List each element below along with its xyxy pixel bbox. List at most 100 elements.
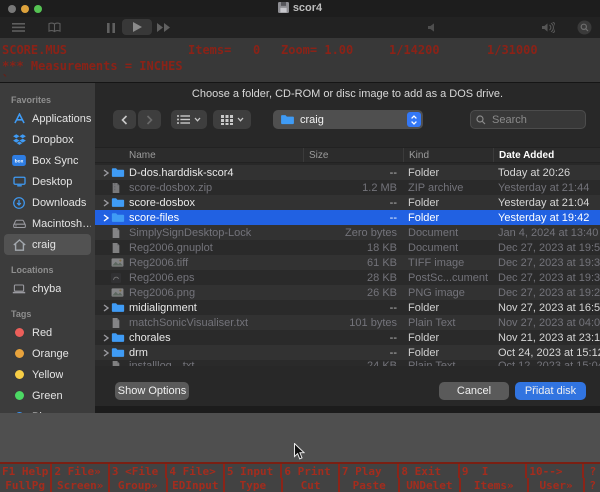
- sidebar-item-label: Box Sync: [32, 155, 78, 167]
- tag-dot-icon: [11, 326, 27, 339]
- fnkey-2-2[interactable]: Screen»: [52, 478, 110, 492]
- fnkey-2-6[interactable]: Cut: [283, 478, 341, 492]
- laptop-icon: [11, 282, 27, 295]
- file-kind: Folder: [403, 332, 493, 344]
- sidebar-item-label: Dropbox: [32, 134, 74, 146]
- file-row: Reg2006.eps28 KBPostSc...cumentDec 27, 2…: [95, 270, 600, 285]
- disclosure-chevron-icon[interactable]: [95, 334, 111, 342]
- fnkey-2-8[interactable]: UNDelet: [400, 478, 461, 492]
- confirm-add-disk-button[interactable]: Přidat disk: [515, 382, 586, 400]
- volume-low-icon[interactable]: [427, 19, 437, 36]
- sidebar-item-desktop[interactable]: Desktop: [4, 171, 91, 192]
- fnkey-1-1[interactable]: F1 Help: [0, 464, 52, 478]
- fnkey-2-4[interactable]: EDInput: [168, 478, 226, 492]
- path-selector[interactable]: craig: [273, 110, 423, 129]
- fnkey-2-11[interactable]: ?: [585, 478, 600, 492]
- fnkey-2-10[interactable]: User»: [529, 478, 586, 492]
- home-icon: [11, 238, 27, 251]
- sidebar-item-yellow[interactable]: Yellow: [4, 364, 91, 385]
- disclosure-chevron-icon[interactable]: [95, 199, 111, 207]
- fast-forward-icon[interactable]: [156, 19, 172, 36]
- sidebar-item-macintosh-[interactable]: Macintosh…: [4, 213, 91, 234]
- sidebar-item-craig[interactable]: craig: [4, 234, 91, 255]
- chevron-down-icon: [194, 117, 201, 122]
- fnkey-1-8[interactable]: 8 Exit: [399, 464, 460, 478]
- file-row[interactable]: chorales--FolderNov 21, 2023 at 23:15: [95, 330, 600, 345]
- list-view-button[interactable]: [171, 110, 207, 129]
- fnkey-1-3[interactable]: 3 <File: [110, 464, 167, 478]
- doc-icon: [111, 360, 129, 366]
- fnkey-1-7[interactable]: 7 Play: [340, 464, 400, 478]
- play-icon: [133, 22, 142, 32]
- pause-icon[interactable]: [105, 19, 117, 36]
- sidebar-item-label: Applications: [32, 113, 91, 125]
- file-row[interactable]: score-files--FolderYesterday at 19:42: [95, 210, 600, 225]
- sidebar-item-dropbox[interactable]: Dropbox: [4, 129, 91, 150]
- search-field[interactable]: [470, 110, 586, 129]
- file-kind: TIFF image: [403, 257, 493, 269]
- cancel-button[interactable]: Cancel: [439, 382, 509, 400]
- file-kind: Document: [403, 227, 493, 239]
- search-input[interactable]: [490, 113, 574, 127]
- file-row[interactable]: D-dos.harddisk-scor4--FolderToday at 20:…: [95, 165, 600, 180]
- menu-icon[interactable]: [11, 19, 25, 36]
- eps-icon: [111, 273, 129, 283]
- volume-high-icon[interactable]: [541, 19, 555, 36]
- zip-icon: [111, 182, 129, 194]
- fnkey-2-1[interactable]: FullPg: [0, 478, 52, 492]
- sidebar-item-red[interactable]: Red: [4, 322, 91, 343]
- harddrive-icon: [11, 217, 27, 230]
- fnkey-1-9[interactable]: 9 I: [460, 464, 528, 478]
- file-name: matchSonicVisualiser.txt: [129, 317, 303, 329]
- sidebar-item-green[interactable]: Green: [4, 385, 91, 406]
- fnkey-2-9[interactable]: Items»: [461, 478, 529, 492]
- fnkey-1-11[interactable]: ?: [584, 464, 600, 478]
- disclosure-chevron-icon[interactable]: [95, 304, 111, 312]
- tag-dot-icon: [11, 347, 27, 360]
- sidebar-item-label: Downloads: [32, 197, 86, 209]
- forward-button[interactable]: [138, 110, 161, 129]
- image-icon: [111, 288, 129, 297]
- fnkey-2-7[interactable]: Paste: [340, 478, 400, 492]
- sidebar-item-orange[interactable]: Orange: [4, 343, 91, 364]
- fnkey-1-10[interactable]: 10-->: [527, 464, 583, 478]
- group-view-button[interactable]: [213, 110, 251, 129]
- column-header-size[interactable]: Size: [303, 148, 403, 162]
- book-icon[interactable]: [46, 19, 62, 36]
- file-row[interactable]: score-dosbox--FolderYesterday at 21:04: [95, 195, 600, 210]
- sidebar-item-box-sync[interactable]: boxBox Sync: [4, 150, 91, 171]
- file-date: Dec 27, 2023 at 19:25: [493, 287, 600, 299]
- fnkey-1-5[interactable]: 5 Input: [225, 464, 282, 478]
- fnkey-1-2[interactable]: 2 File»: [52, 464, 109, 478]
- dos-fraction-b: 1/31000: [487, 43, 538, 57]
- disclosure-chevron-icon[interactable]: [95, 214, 111, 222]
- file-kind: Folder: [403, 347, 493, 359]
- file-row[interactable]: drm--FolderOct 24, 2023 at 15:12: [95, 345, 600, 360]
- file-row: matchSonicVisualiser.txt101 bytesPlain T…: [95, 315, 600, 330]
- search-circle-icon[interactable]: [576, 19, 592, 36]
- column-header-kind[interactable]: Kind: [403, 148, 493, 162]
- file-date: Yesterday at 19:42: [493, 212, 600, 224]
- fnkey-1-6[interactable]: 6 Print: [282, 464, 339, 478]
- back-button[interactable]: [113, 110, 136, 129]
- play-button[interactable]: [122, 19, 152, 35]
- sidebar-item-label: Macintosh…: [32, 218, 91, 230]
- file-row[interactable]: midialignment--FolderNov 27, 2023 at 16:…: [95, 300, 600, 315]
- file-kind: PostSc...cument: [403, 272, 493, 284]
- file-list: D-dos.harddisk-scor4--FolderToday at 20:…: [95, 165, 600, 371]
- disclosure-chevron-icon[interactable]: [95, 169, 111, 177]
- column-header-date-added[interactable]: Date Added: [493, 148, 600, 162]
- sidebar-item-chyba[interactable]: chyba: [4, 278, 91, 299]
- disclosure-chevron-icon[interactable]: [95, 349, 111, 357]
- file-size: --: [303, 302, 403, 314]
- show-options-button[interactable]: Show Options: [115, 382, 189, 400]
- file-name: drm: [129, 347, 303, 359]
- fnkey-1-4[interactable]: 4 File>: [167, 464, 224, 478]
- fnkey-2-3[interactable]: Group»: [110, 478, 168, 492]
- stepper-icon[interactable]: [407, 112, 421, 127]
- sidebar-section-title: Favorites: [0, 95, 95, 105]
- sidebar-item-applications[interactable]: Applications: [4, 108, 91, 129]
- column-header-name[interactable]: Name: [129, 150, 303, 161]
- sidebar-item-downloads[interactable]: Downloads: [4, 192, 91, 213]
- fnkey-2-5[interactable]: Type: [225, 478, 283, 492]
